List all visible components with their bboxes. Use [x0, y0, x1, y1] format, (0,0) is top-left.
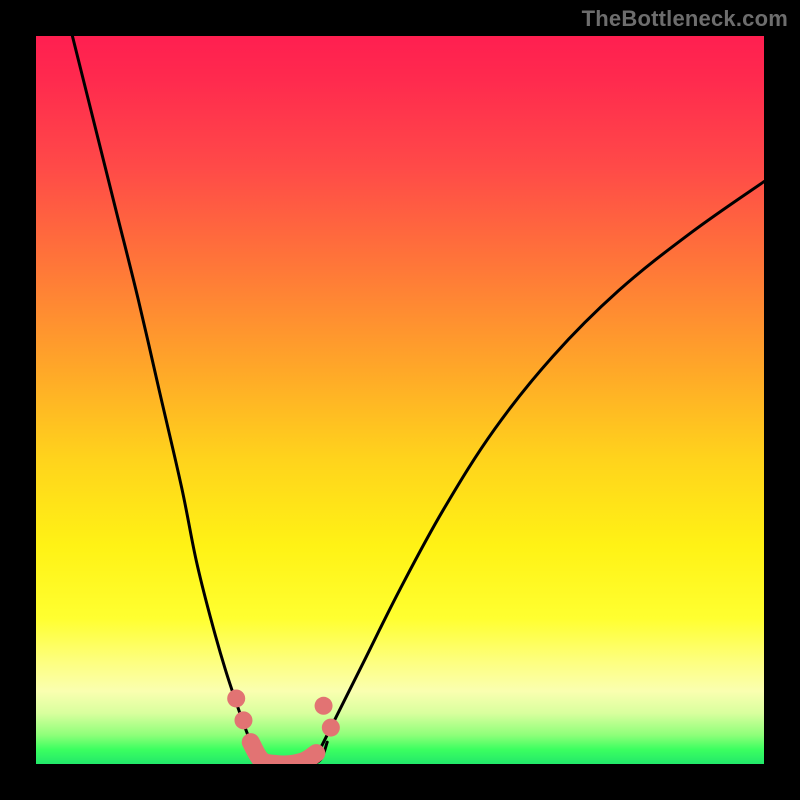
- bottleneck-floor-marker-segment: [251, 742, 317, 764]
- floor-marker-dot: [234, 711, 252, 729]
- floor-marker-dot: [315, 697, 333, 715]
- chart-frame: TheBottleneck.com: [0, 0, 800, 800]
- plot-area: [36, 36, 764, 764]
- bottleneck-floor-markers: [227, 689, 340, 736]
- floor-marker-dot: [322, 719, 340, 737]
- watermark-text: TheBottleneck.com: [582, 6, 788, 32]
- floor-marker-dot: [227, 689, 245, 707]
- bottleneck-curve-right: [313, 182, 764, 764]
- curve-layer: [36, 36, 764, 764]
- bottleneck-curve-left: [72, 36, 261, 764]
